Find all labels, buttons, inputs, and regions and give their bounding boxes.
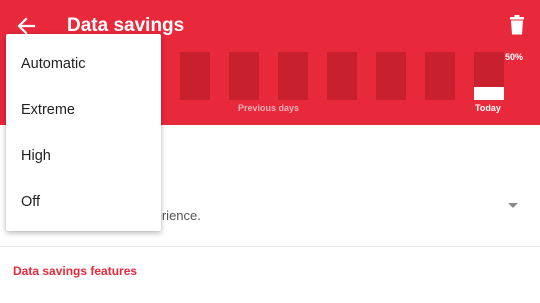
mode-dropdown-menu: Automatic Extreme High Off xyxy=(6,34,161,231)
dropdown-caret-icon[interactable] xyxy=(506,200,520,210)
today-bar xyxy=(474,52,504,100)
today-label: Today xyxy=(475,103,501,113)
today-percent-label: 50% xyxy=(505,52,524,62)
previous-days-label: Previous days xyxy=(238,103,300,113)
menu-item-automatic[interactable]: Automatic xyxy=(6,41,161,87)
previous-day-bar xyxy=(376,52,406,100)
menu-item-high[interactable]: High xyxy=(6,133,161,179)
previous-day-bar xyxy=(180,52,210,100)
menu-item-extreme[interactable]: Extreme xyxy=(6,87,161,133)
previous-day-bar xyxy=(229,52,259,100)
section-header-features: Data savings features xyxy=(13,264,138,278)
today-bar-fill xyxy=(474,87,504,100)
previous-day-bar xyxy=(327,52,357,100)
previous-day-bar xyxy=(278,52,308,100)
previous-day-bar xyxy=(425,52,455,100)
menu-item-off[interactable]: Off xyxy=(6,179,161,225)
